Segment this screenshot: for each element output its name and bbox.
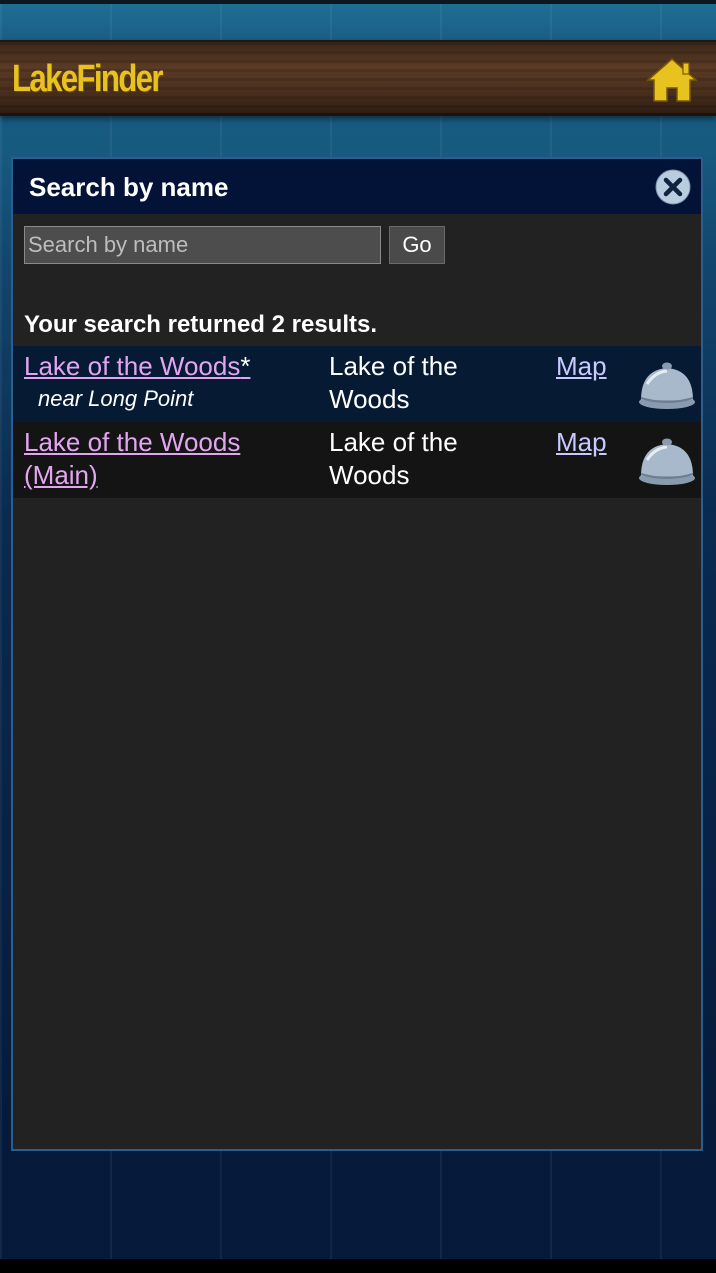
navigation-bar-edge: [0, 1259, 716, 1273]
close-icon[interactable]: [655, 169, 691, 205]
lake-name-link[interactable]: Lake of the Woods (Main): [24, 426, 314, 492]
status-bar-edge: [0, 0, 716, 4]
map-link[interactable]: Map: [556, 426, 607, 459]
lake-location-note: near Long Point: [38, 386, 194, 411]
map-link[interactable]: Map: [556, 350, 607, 383]
result-summary: Your search returned 2 results.: [24, 311, 378, 338]
app-header: LakeFinder: [0, 40, 716, 116]
asterisk-mark: *: [240, 351, 251, 381]
app-logo[interactable]: LakeFinder: [12, 58, 163, 101]
bell-icon[interactable]: [637, 354, 697, 412]
lake-name-link[interactable]: Lake of the Woods*: [24, 350, 314, 383]
bell-icon[interactable]: [637, 430, 697, 488]
result-row: Lake of the Woods* near Long Point Lake …: [13, 346, 701, 422]
county-name: Lake of the Woods: [329, 351, 458, 414]
result-row: Lake of the Woods (Main) Lake of the Woo…: [13, 422, 701, 498]
go-button[interactable]: Go: [389, 226, 445, 264]
dialog-title: Search by name: [29, 172, 229, 202]
search-dialog: Search by name Go Your search returned 2…: [11, 157, 703, 1151]
home-icon[interactable]: [644, 56, 700, 104]
search-input[interactable]: [24, 226, 381, 264]
dialog-header: Search by name: [13, 159, 701, 214]
county-name: Lake of the Woods: [329, 427, 458, 490]
